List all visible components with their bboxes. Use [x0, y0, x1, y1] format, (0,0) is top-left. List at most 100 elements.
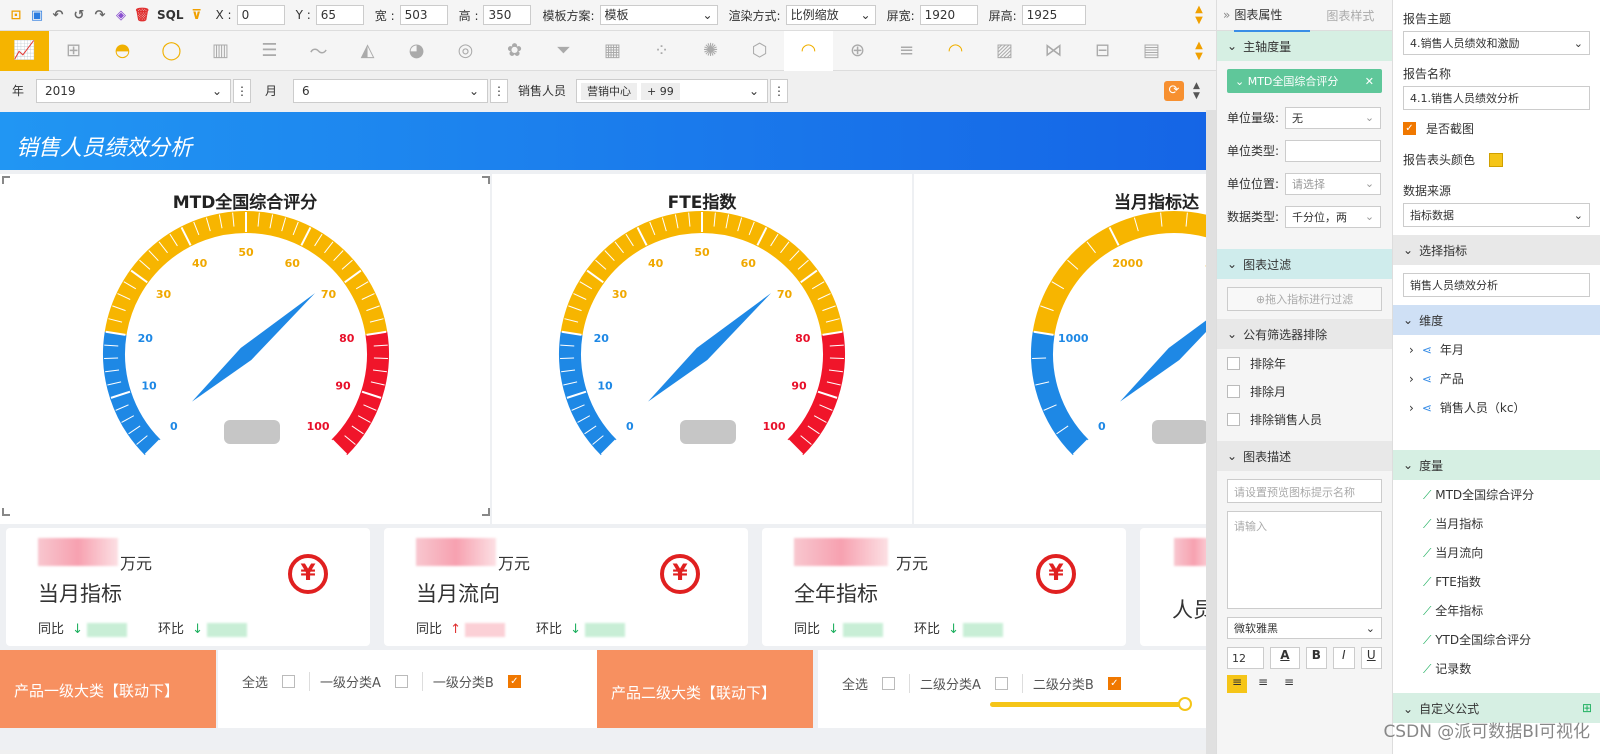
chart-radar-icon[interactable]: ✺	[686, 31, 735, 71]
section-header[interactable]: ⌄ 主轴度量	[1217, 31, 1392, 61]
align-right-icon[interactable]: ≡	[1279, 675, 1299, 693]
preview-icon[interactable]: ⊡	[8, 7, 24, 23]
align-left-icon[interactable]: ≡	[1227, 675, 1247, 693]
screen-width-input[interactable]: 1920	[919, 5, 978, 25]
chart-tree-icon[interactable]: ⊞	[49, 31, 98, 71]
theme-select[interactable]: 4.销售人员绩效和激励 ⌄	[1403, 31, 1590, 55]
save-icon[interactable]: ▣	[29, 7, 45, 23]
font-size-input[interactable]: 12	[1227, 647, 1265, 669]
sales-select[interactable]: 营销中心 + 99 ⌄	[576, 78, 769, 103]
redo-icon[interactable]: ↷	[92, 7, 108, 23]
section-header[interactable]: ⌄ 图表描述	[1217, 441, 1392, 471]
kpi-card[interactable]: 万元 当月流向 同比 ↑ 环比 ↓ ¥	[384, 528, 748, 646]
unit-position-select[interactable]: 请选择 ⌄	[1285, 172, 1382, 195]
sales-more-icon[interactable]: ⋮	[770, 78, 789, 103]
section-header[interactable]: ⌄ 公有筛选器排除	[1217, 319, 1392, 349]
chart-treemap-icon[interactable]: ▦	[588, 31, 637, 71]
data-type-select[interactable]: 千分位，两 ⌄	[1285, 205, 1382, 228]
filterbar-scroll-icon[interactable]: ▲ ▼	[1193, 81, 1200, 101]
screenshot-checkbox[interactable]: ✓	[1403, 122, 1416, 135]
add-formula-icon[interactable]: ⊞	[1582, 701, 1592, 715]
drag-filter-dropzone[interactable]: ⊕ 拖入指标进行过滤	[1227, 287, 1382, 311]
undo-icon[interactable]: ↶	[50, 7, 66, 23]
canvas-scrollbar[interactable]	[1206, 110, 1216, 754]
undo-all-icon[interactable]: ↺	[71, 7, 87, 23]
gauge-panel[interactable]: FTE指数 0 10 20 30 40 50 60 70 80 90 100	[492, 174, 912, 524]
select-all-checkbox[interactable]	[882, 677, 896, 690]
close-icon[interactable]: ✕	[1365, 75, 1374, 88]
measure-item[interactable]: ⟋ 当月流向	[1393, 538, 1600, 567]
measure-item[interactable]: ⟋ 全年指标	[1393, 596, 1600, 625]
unit-type-input[interactable]	[1285, 139, 1382, 162]
underline-icon[interactable]: U	[1360, 647, 1383, 669]
section-header[interactable]: ⌄ 度量	[1393, 450, 1600, 480]
italic-icon[interactable]: I	[1333, 647, 1355, 669]
chart-table-icon[interactable]: ▤	[1127, 31, 1176, 71]
month-select[interactable]: 6 ⌄	[293, 78, 489, 103]
x-input[interactable]: 0	[236, 5, 285, 25]
measure-item[interactable]: ⟋ 当月指标	[1393, 509, 1600, 538]
category-a-checkbox[interactable]	[394, 675, 408, 688]
filter-icon[interactable]: ⊽	[189, 7, 205, 23]
measure-item[interactable]: ⟋ MTD全国综合评分	[1393, 480, 1600, 509]
chart-map-icon[interactable]: ⊕	[833, 31, 882, 71]
exclude-sales-checkbox[interactable]	[1227, 412, 1240, 426]
chart-line-icon[interactable]: 〜	[294, 31, 343, 71]
bold-icon[interactable]: B	[1305, 647, 1328, 669]
collapse-icon[interactable]: »	[1217, 8, 1234, 22]
select-all-checkbox[interactable]	[282, 675, 296, 688]
template-select[interactable]: 模板 ⌄	[599, 5, 718, 25]
chart-donut-icon[interactable]: ◎	[441, 31, 490, 71]
source-select[interactable]: 指标数据 ⌄	[1403, 203, 1590, 227]
render-select[interactable]: 比例缩放 ⌄	[785, 5, 876, 25]
sql-button[interactable]: SQL	[157, 8, 184, 22]
chart-pie-icon[interactable]: ◕	[392, 31, 441, 71]
selection-handle[interactable]	[482, 176, 490, 184]
dimension-item[interactable]: › ⋖ 年月	[1393, 335, 1600, 364]
range-slider-handle[interactable]	[1178, 697, 1192, 711]
chart-boxplot-icon[interactable]: ⊟	[1078, 31, 1127, 71]
month-more-icon[interactable]: ⋮	[490, 78, 509, 103]
kpi-card[interactable]: 万元 当月指标 同比 ↓ 环比 ↓ ¥	[6, 528, 370, 646]
exclude-year-checkbox[interactable]	[1227, 356, 1240, 370]
category-b-checkbox[interactable]: ✓	[507, 675, 521, 688]
desc-name-input[interactable]: 请设置预览图标提示名称	[1227, 479, 1382, 503]
chart-bar-icon[interactable]: ▥	[196, 31, 245, 71]
kpi-card[interactable]: 人员	[1140, 528, 1206, 646]
kpi-card[interactable]: 万元 全年指标 同比 ↓ 环比 ↓ ¥	[762, 528, 1126, 646]
chart-rose-icon[interactable]: ✿	[490, 31, 539, 71]
measure-item[interactable]: ⟋ YTD全国综合评分	[1393, 625, 1600, 654]
year-more-icon[interactable]: ⋮	[233, 78, 252, 103]
gauge-panel[interactable]: MTD全国综合评分 0 10 20 30 40 50 60 70 80 90 100	[0, 174, 490, 524]
section-header[interactable]: ⌄ 维度	[1393, 305, 1600, 335]
category-a-checkbox[interactable]	[994, 677, 1008, 690]
chart-hex-icon[interactable]: ⬡	[735, 31, 784, 71]
delete-icon[interactable]: 🗑	[134, 7, 151, 23]
exclude-month-checkbox[interactable]	[1227, 384, 1240, 398]
font-family-select[interactable]: 微软雅黑 ⌄	[1227, 617, 1382, 639]
toolbar-scroll-icon[interactable]: ▲ ▼	[1193, 4, 1205, 26]
selection-handle[interactable]	[482, 508, 490, 516]
selection-handle[interactable]	[2, 508, 10, 516]
tab-chart-style[interactable]: 图表样式	[1310, 7, 1390, 24]
section-header[interactable]: ⌄ 选择指标	[1393, 235, 1600, 265]
chart-gauge2-icon[interactable]: ◠	[931, 31, 980, 71]
chart-progress-icon[interactable]: ≡	[882, 31, 931, 71]
year-select[interactable]: 2019 ⌄	[36, 78, 232, 103]
measure-item[interactable]: ⟋ 记录数	[1393, 654, 1600, 683]
header-color-swatch[interactable]	[1489, 152, 1504, 167]
dimension-item[interactable]: › ⋖ 销售人员（kc）	[1393, 393, 1600, 422]
chart-half-pie-icon[interactable]: ◓	[98, 31, 147, 71]
section-header[interactable]: ⌄ 图表过滤	[1217, 249, 1392, 279]
selection-handle[interactable]	[2, 176, 10, 184]
metric-input[interactable]: 销售人员绩效分析	[1403, 273, 1590, 297]
tab-chart-attributes[interactable]: 图表属性	[1234, 0, 1311, 32]
refresh-icon[interactable]: ⟳	[1164, 81, 1184, 101]
report-name-input[interactable]: 4.1.销售人员绩效分析	[1403, 86, 1590, 110]
measure-item[interactable]: ⟋ FTE指数	[1393, 567, 1600, 596]
dimension-item[interactable]: › ⋖ 产品	[1393, 364, 1600, 393]
gauge-panel[interactable]: 当月指标达 010002000300040005000	[914, 174, 1206, 524]
desc-textarea[interactable]: 请输入	[1227, 511, 1382, 609]
chart-sankey-icon[interactable]: ⋈	[1029, 31, 1078, 71]
unit-level-select[interactable]: 无 ⌄	[1285, 106, 1382, 129]
